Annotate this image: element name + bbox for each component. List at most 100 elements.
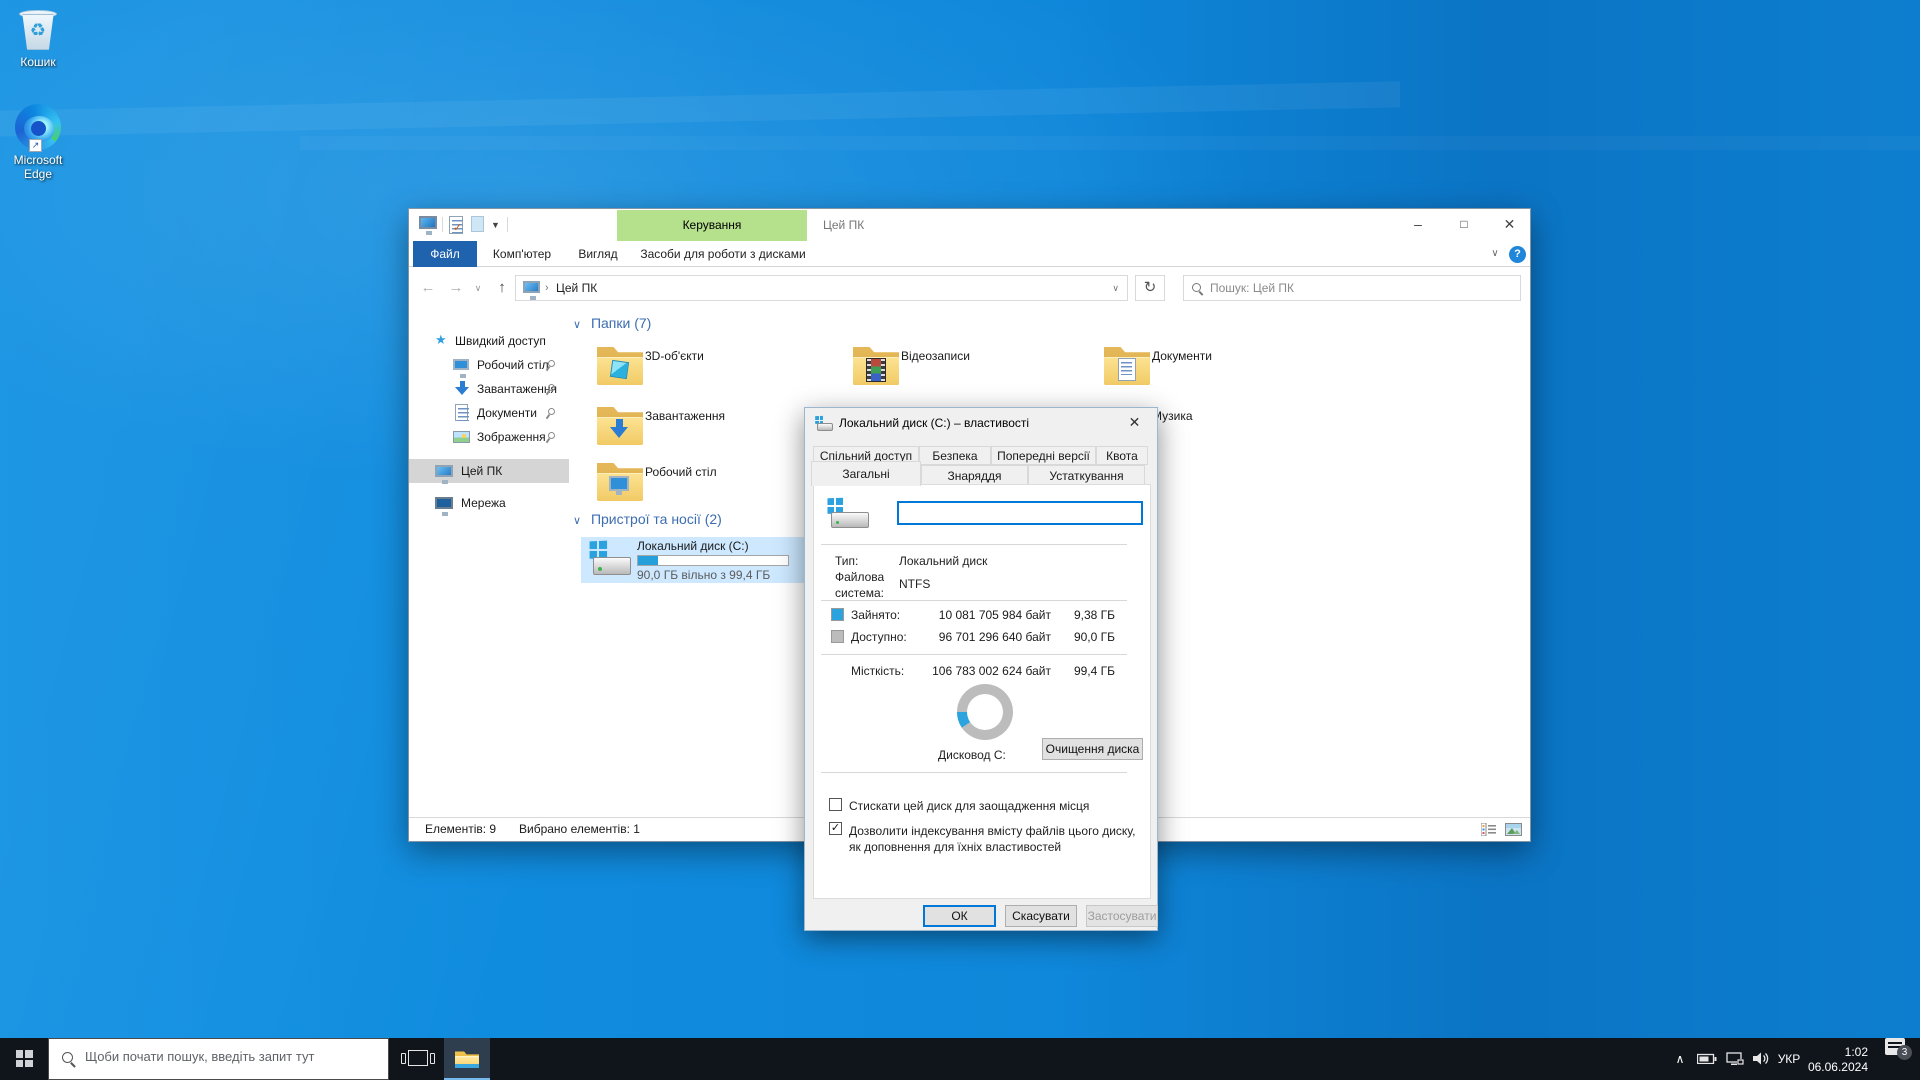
language-indicator[interactable]: УКР	[1772, 1038, 1806, 1080]
file-explorer-taskbar-button[interactable]	[444, 1038, 490, 1080]
tab-disk-tools[interactable]: Засоби для роботи з дисками	[633, 241, 813, 267]
address-bar[interactable]: › Цей ПК ∨	[515, 275, 1128, 301]
capacity-bytes: 106 783 002 624 байт	[901, 664, 1051, 678]
tab-quota[interactable]: Квота	[1096, 446, 1148, 465]
desktop-icon-edge[interactable]: ↗ Microsoft Edge	[0, 104, 76, 182]
pin-icon	[545, 359, 557, 371]
forward-icon[interactable]: →	[445, 267, 467, 309]
start-button[interactable]	[0, 1038, 48, 1080]
tab-previous-versions[interactable]: Попередні версії	[991, 446, 1096, 465]
tab-hardware[interactable]: Устаткування	[1028, 465, 1145, 485]
desktop-icon-label: Microsoft Edge	[0, 154, 76, 182]
checkmark-icon: ✓	[831, 822, 840, 834]
tab-general[interactable]: Загальні	[811, 461, 921, 486]
maximize-button[interactable]: □	[1441, 209, 1487, 241]
index-checkbox[interactable]: ✓	[829, 822, 842, 835]
tab-view[interactable]: Вигляд	[567, 241, 629, 267]
star-icon: ★	[435, 333, 447, 347]
speaker-icon[interactable]	[1748, 1038, 1774, 1080]
tab-security[interactable]: Безпека	[919, 446, 991, 465]
tab-file[interactable]: Файл	[413, 241, 477, 267]
network-icon[interactable]	[1722, 1038, 1748, 1080]
taskbar-search-input[interactable]	[85, 1049, 375, 1064]
section-devices[interactable]: ∨ Пристрої та носії (2)	[573, 511, 722, 527]
index-checkbox-label: Дозволити індексування вмісту файлів цьо…	[849, 823, 1137, 855]
minimize-button[interactable]: –	[1395, 209, 1441, 241]
collapse-icon[interactable]: ∨	[573, 515, 581, 527]
sidebar-item-network[interactable]: Мережа	[409, 491, 569, 515]
contextual-tab-manage[interactable]: Керування	[617, 210, 807, 241]
used-label: Зайнято:	[851, 608, 900, 622]
up-icon[interactable]: ↑	[491, 267, 513, 309]
battery-icon[interactable]	[1694, 1038, 1720, 1080]
ribbon-collapse-icon[interactable]: ∨	[1485, 241, 1505, 267]
back-icon[interactable]: ←	[417, 267, 439, 309]
pin-icon	[545, 407, 557, 419]
sidebar-item-this-pc[interactable]: Цей ПК	[409, 459, 569, 483]
thumbnail-view-icon[interactable]	[1505, 823, 1521, 836]
folder-tile-videos[interactable]: Відеозаписи	[845, 341, 1095, 393]
section-folders[interactable]: ∨ Папки (7)	[573, 315, 651, 331]
document-icon	[455, 404, 468, 421]
recycle-glyph: ♻	[18, 20, 58, 41]
qat-properties-icon[interactable]: ✓	[449, 216, 467, 234]
search-input[interactable]	[1210, 277, 1510, 299]
search-icon	[62, 1052, 73, 1063]
drive-name: Локальний диск (C:)	[637, 539, 749, 553]
action-center-button[interactable]: 3	[1878, 1038, 1912, 1080]
close-button[interactable]: ✕	[1487, 209, 1532, 241]
cancel-button[interactable]: Скасувати	[1005, 905, 1077, 927]
help-icon[interactable]: ?	[1509, 246, 1526, 263]
ok-button[interactable]: ОК	[923, 905, 996, 927]
folder-icon	[597, 461, 643, 501]
status-items-count: Елементів: 9	[425, 818, 496, 841]
history-dropdown-icon[interactable]: ∨	[471, 267, 485, 309]
sidebar-item-downloads[interactable]: Завантаження	[409, 377, 569, 401]
sidebar-item-pictures[interactable]: Зображення	[409, 425, 569, 449]
refresh-icon[interactable]: ↻	[1135, 275, 1165, 301]
folder-tile-3d-objects[interactable]: 3D-об'єкти	[589, 341, 839, 393]
drive-tile-c[interactable]: Локальний диск (C:) 90,0 ГБ вільно з 99,…	[581, 537, 809, 583]
sidebar-item-label: Робочий стіл	[477, 353, 549, 377]
notification-icon: 3	[1885, 1038, 1905, 1055]
used-swatch	[831, 608, 844, 621]
file-explorer-icon	[455, 1050, 479, 1068]
tab-tools[interactable]: Знаряддя	[921, 465, 1028, 485]
clock[interactable]: 1:02 06.06.2024	[1806, 1038, 1868, 1080]
volume-label-input[interactable]	[897, 501, 1143, 525]
qat-computer-icon[interactable]	[419, 216, 437, 234]
explorer-titlebar[interactable]: ✓ ▼ Керування Цей ПК – □ ✕	[409, 209, 1530, 241]
compress-checkbox-label: Стискати цей диск для заощадження місця	[849, 799, 1139, 813]
picture-icon	[453, 431, 470, 443]
address-toolbar: ← → ∨ ↑ › Цей ПК ∨ ↻	[409, 267, 1530, 309]
task-view-button[interactable]	[396, 1038, 440, 1080]
desktop-icon-recycle-bin[interactable]: ♻ Кошик	[0, 8, 76, 70]
down-arrow-icon	[455, 381, 469, 397]
disk-cleanup-button[interactable]: Очищення диска	[1042, 738, 1143, 760]
dialog-titlebar[interactable]: Локальний диск (C:) – властивості ✕	[805, 408, 1157, 440]
sidebar-item-quick-access[interactable]: ★ Швидкий доступ	[409, 329, 569, 353]
taskbar: ∧ УКР 1:02 06.06.2024 3	[0, 1038, 1920, 1080]
folder-icon	[597, 405, 643, 445]
tab-computer[interactable]: Комп'ютер	[481, 241, 563, 267]
sidebar-item-label: Мережа	[461, 491, 506, 515]
dialog-close-icon[interactable]: ✕	[1112, 408, 1157, 438]
folder-tile-desktop[interactable]: Робочий стіл	[589, 457, 839, 509]
apply-button[interactable]: Застосувати	[1086, 905, 1158, 927]
breadcrumb-location[interactable]: Цей ПК	[556, 276, 597, 300]
sidebar-item-desktop[interactable]: Робочий стіл	[409, 353, 569, 377]
search-container	[1183, 275, 1521, 301]
sidebar-item-documents[interactable]: Документи	[409, 401, 569, 425]
details-view-icon[interactable]	[1481, 823, 1497, 836]
folder-name: Документи	[1152, 349, 1212, 363]
folder-tile-documents[interactable]: Документи	[1096, 341, 1346, 393]
compress-checkbox[interactable]	[829, 798, 842, 811]
address-dropdown-icon[interactable]: ∨	[1112, 276, 1119, 300]
desktop: ♻ Кошик ↗ Microsoft Edge ✓ ▼ Керування	[0, 0, 1920, 1080]
collapse-icon[interactable]: ∨	[573, 319, 581, 331]
folder-tile-downloads[interactable]: Завантаження	[589, 401, 839, 453]
tray-chevron-up-icon[interactable]: ∧	[1668, 1038, 1692, 1080]
dialog-title: Локальний диск (C:) – властивості	[839, 408, 1029, 439]
qat-new-folder-icon[interactable]	[471, 216, 489, 234]
taskbar-search[interactable]	[48, 1038, 389, 1080]
